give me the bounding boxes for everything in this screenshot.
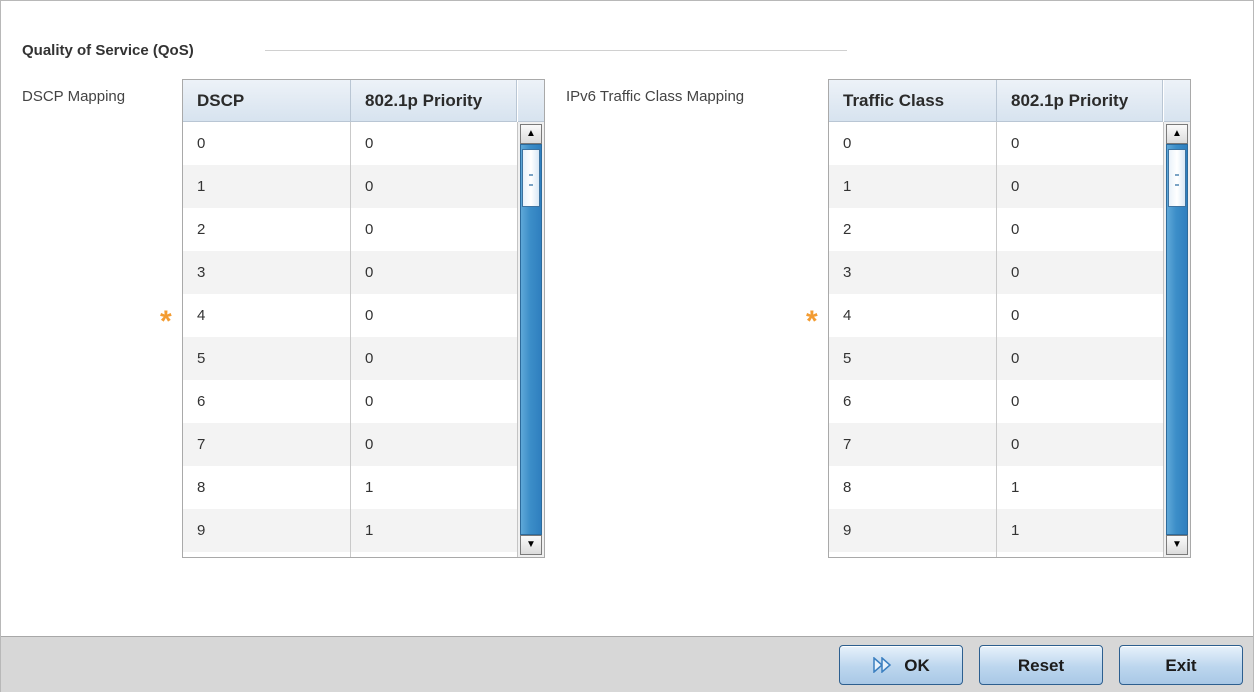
scroll-down-icon[interactable]: ▼ — [520, 535, 542, 555]
table-cell[interactable]: 2 — [829, 208, 996, 251]
scroll-track[interactable] — [520, 144, 542, 535]
column-divider — [996, 122, 997, 557]
action-bar: OK Reset Exit — [1, 636, 1253, 692]
table-cell[interactable]: 0 — [351, 337, 517, 380]
exit-button[interactable]: Exit — [1119, 645, 1243, 685]
table-cell[interactable]: 0 — [351, 122, 517, 165]
table-cell[interactable]: 1 — [183, 165, 350, 208]
table-cell[interactable]: 9 — [183, 509, 350, 552]
table-cell[interactable]: 8 — [829, 466, 996, 509]
section-divider — [265, 50, 847, 51]
table-cell[interactable]: 0 — [997, 122, 1163, 165]
table-cell[interactable]: 9 — [829, 509, 996, 552]
table-cell[interactable]: 6 — [829, 380, 996, 423]
table-cell[interactable]: 6 — [183, 380, 350, 423]
reset-button[interactable]: Reset — [979, 645, 1103, 685]
double-chevron-right-icon — [873, 656, 892, 673]
table-cell[interactable]: 5 — [829, 337, 996, 380]
vertical-scrollbar[interactable]: ▲ ▼ — [517, 80, 544, 557]
header-corner — [1164, 80, 1190, 122]
table-header: DSCP 802.1p Priority — [183, 80, 517, 122]
column-header-priority[interactable]: 802.1p Priority — [997, 80, 1163, 121]
grip-icon — [529, 174, 533, 186]
table-cell[interactable]: 0 — [997, 423, 1163, 466]
vertical-scrollbar[interactable]: ▲ ▼ — [1163, 80, 1190, 557]
required-marker: * — [160, 305, 172, 338]
table-cell[interactable]: 0 — [997, 337, 1163, 380]
table-cell[interactable]: 0 — [351, 208, 517, 251]
ok-button[interactable]: OK — [839, 645, 963, 685]
table-cell[interactable]: 7 — [183, 423, 350, 466]
table-cell[interactable]: 0 — [997, 294, 1163, 337]
scroll-thumb[interactable] — [522, 149, 540, 207]
table-cell[interactable]: 7 — [829, 423, 996, 466]
table-cell[interactable]: 2 — [183, 208, 350, 251]
required-marker: * — [806, 305, 818, 338]
table-cell[interactable]: 1 — [351, 466, 517, 509]
table-cell[interactable]: 1 — [997, 466, 1163, 509]
column-header-traffic-class[interactable]: Traffic Class — [829, 80, 997, 121]
table-cell[interactable]: 8 — [183, 466, 350, 509]
header-corner — [518, 80, 544, 122]
column-divider — [350, 122, 351, 557]
table-cell[interactable]: 0 — [829, 122, 996, 165]
table-cell[interactable]: 0 — [997, 208, 1163, 251]
column-header-dscp[interactable]: DSCP — [183, 80, 351, 121]
scroll-thumb[interactable] — [1168, 149, 1186, 207]
table-cell[interactable]: 4 — [183, 294, 350, 337]
qos-panel: Quality of Service (QoS) DSCP Mapping * … — [0, 0, 1254, 692]
table-cell[interactable]: 0 — [351, 251, 517, 294]
table-cell[interactable]: 0 — [351, 380, 517, 423]
table-cell[interactable]: 1 — [997, 509, 1163, 552]
table-cell[interactable]: 0 — [351, 294, 517, 337]
scroll-down-icon[interactable]: ▼ — [1166, 535, 1188, 555]
table-cell[interactable]: 1 — [351, 509, 517, 552]
section-title: Quality of Service (QoS) — [22, 42, 194, 59]
table-cell[interactable]: 1 — [829, 165, 996, 208]
table-cell[interactable]: 0 — [351, 423, 517, 466]
table-cell[interactable]: 0 — [997, 251, 1163, 294]
table-cell[interactable]: 4 — [829, 294, 996, 337]
table-cell[interactable]: 3 — [829, 251, 996, 294]
grip-icon — [1175, 174, 1179, 186]
dscp-mapping-table: DSCP 802.1p Priority 0010203040506070819… — [182, 79, 545, 558]
dscp-mapping-label: DSCP Mapping — [22, 88, 126, 105]
table-cell[interactable]: 0 — [351, 165, 517, 208]
scroll-up-icon[interactable]: ▲ — [520, 124, 542, 144]
table-header: Traffic Class 802.1p Priority — [829, 80, 1163, 122]
table-cell[interactable]: 5 — [183, 337, 350, 380]
ipv6-traffic-class-table: Traffic Class 802.1p Priority 0010203040… — [828, 79, 1191, 558]
column-header-priority[interactable]: 802.1p Priority — [351, 80, 517, 121]
scroll-up-icon[interactable]: ▲ — [1166, 124, 1188, 144]
table-cell[interactable]: 0 — [997, 165, 1163, 208]
ok-button-label: OK — [904, 656, 930, 675]
table-cell[interactable]: 3 — [183, 251, 350, 294]
table-cell[interactable]: 0 — [183, 122, 350, 165]
table-cell[interactable]: 0 — [997, 380, 1163, 423]
ipv6-traffic-class-mapping-label: IPv6 Traffic Class Mapping — [566, 88, 745, 105]
scroll-track[interactable] — [1166, 144, 1188, 535]
